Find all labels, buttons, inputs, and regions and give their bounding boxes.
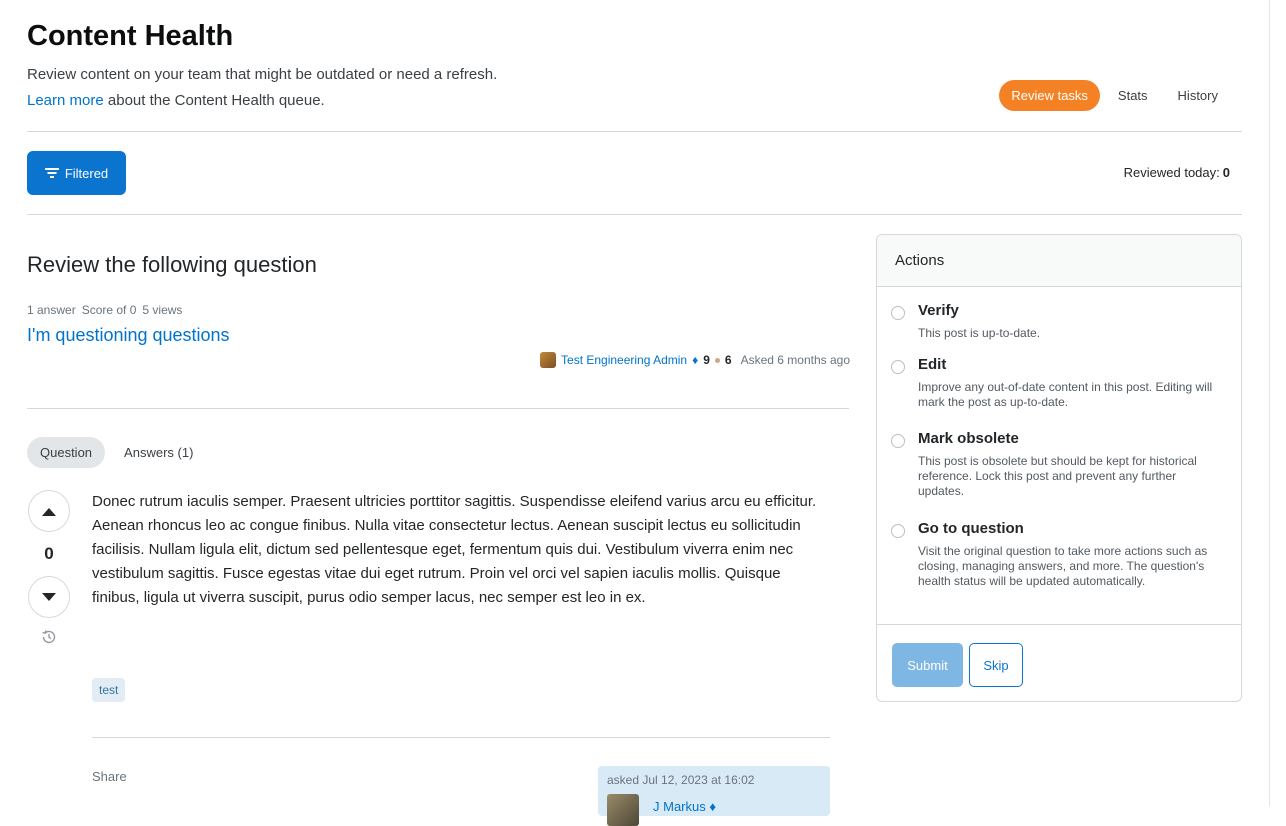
bronze-badge-count: 6: [724, 353, 732, 367]
asked-time: Asked 6 months ago: [740, 353, 850, 367]
question-tabs: Question Answers (1): [27, 437, 206, 468]
tab-review-tasks[interactable]: Review tasks: [999, 80, 1100, 111]
go-to-question-label: Go to question: [918, 520, 1024, 537]
learn-more-text: about the Content Health queue.: [103, 92, 325, 109]
tag-test[interactable]: test: [92, 678, 126, 702]
review-nav: Review tasks Stats History: [999, 80, 1230, 111]
skip-button[interactable]: Skip: [969, 643, 1023, 687]
asked-date: asked Jul 12, 2023 at 16:02: [607, 773, 755, 787]
filter-icon: [44, 168, 59, 178]
verify-radio[interactable]: [891, 306, 905, 320]
edit-label: Edit: [918, 356, 947, 373]
downvote-button[interactable]: [28, 576, 70, 618]
review-heading: Review the following question: [27, 252, 317, 277]
author-name-link[interactable]: Test Engineering Admin: [561, 353, 687, 367]
question-body: Donec rutrum iaculis semper. Praesent ul…: [92, 493, 817, 606]
question-title-link[interactable]: I'm questioning questions: [27, 325, 230, 346]
divider: [92, 737, 830, 738]
tab-question[interactable]: Question: [27, 437, 106, 468]
share-link[interactable]: Share: [92, 769, 127, 784]
moderator-diamond-icon: ♦: [709, 799, 716, 814]
upvote-button[interactable]: [28, 490, 70, 532]
go-to-question-description: Visit the original question to take more…: [918, 544, 1208, 588]
actions-heading: Actions: [877, 235, 1241, 287]
edit-radio[interactable]: [891, 360, 905, 374]
edit-description: Improve any out-of-date content in this …: [918, 380, 1213, 409]
history-button[interactable]: [40, 628, 58, 651]
history-icon: [42, 630, 56, 644]
reviewed-count: 0: [1222, 165, 1230, 180]
author-reputation: 9: [703, 353, 710, 367]
view-count: 5 views: [142, 303, 183, 317]
upvote-icon: [42, 507, 56, 516]
actions-panel: Actions Verify This post is up-to-date. …: [876, 234, 1242, 702]
vote-count: 0: [44, 544, 54, 563]
downvote-icon: [42, 592, 56, 601]
owner-name: J Markus: [653, 799, 706, 814]
reviewed-today: Reviewed today: 0: [1124, 165, 1230, 180]
divider: [27, 131, 1242, 132]
page-title: Content Health: [27, 20, 234, 52]
filter-button[interactable]: Filtered: [27, 151, 126, 195]
mark-obsolete-description: This post is obsolete but should be kept…: [918, 454, 1197, 498]
author-avatar[interactable]: [540, 352, 557, 368]
tab-history[interactable]: History: [1166, 80, 1230, 111]
vote-cell: 0: [27, 490, 71, 651]
bronze-badge-icon: [714, 357, 720, 363]
question-stats: 1 answer Score of 0 5 views: [27, 303, 182, 317]
go-to-question-radio[interactable]: [891, 524, 905, 538]
owner-avatar[interactable]: [607, 794, 639, 826]
author-info: Test Engineering Admin ♦ 9 6 Asked 6 mon…: [540, 352, 850, 368]
mark-obsolete-label: Mark obsolete: [918, 430, 1019, 447]
reviewed-label: Reviewed today:: [1123, 165, 1220, 180]
tab-stats[interactable]: Stats: [1106, 80, 1160, 111]
moderator-diamond-icon: ♦: [692, 353, 699, 367]
scroll-gutter: [1269, 0, 1270, 806]
learn-more-line: Learn more about the Content Health queu…: [27, 92, 325, 109]
score: Score of 0: [81, 303, 137, 317]
actions-footer: Submit Skip: [877, 624, 1241, 687]
filter-label: Filtered: [64, 165, 109, 181]
post-owner-card: asked Jul 12, 2023 at 16:02 J Markus ♦: [598, 766, 830, 826]
verify-label: Verify: [918, 302, 959, 319]
content-health-page: Content Health Review content on your te…: [0, 0, 1286, 826]
divider: [27, 408, 849, 409]
divider: [27, 214, 1242, 215]
learn-more-link[interactable]: Learn more: [27, 92, 104, 109]
owner-name-link[interactable]: J Markus ♦: [653, 799, 716, 814]
verify-description: This post is up-to-date.: [918, 326, 1041, 340]
tab-answers[interactable]: Answers (1): [111, 437, 206, 468]
mark-obsolete-radio[interactable]: [891, 434, 905, 448]
page-subtitle: Review content on your team that might b…: [27, 66, 498, 83]
answer-count: 1 answer: [27, 303, 76, 317]
submit-button[interactable]: Submit: [892, 643, 963, 687]
